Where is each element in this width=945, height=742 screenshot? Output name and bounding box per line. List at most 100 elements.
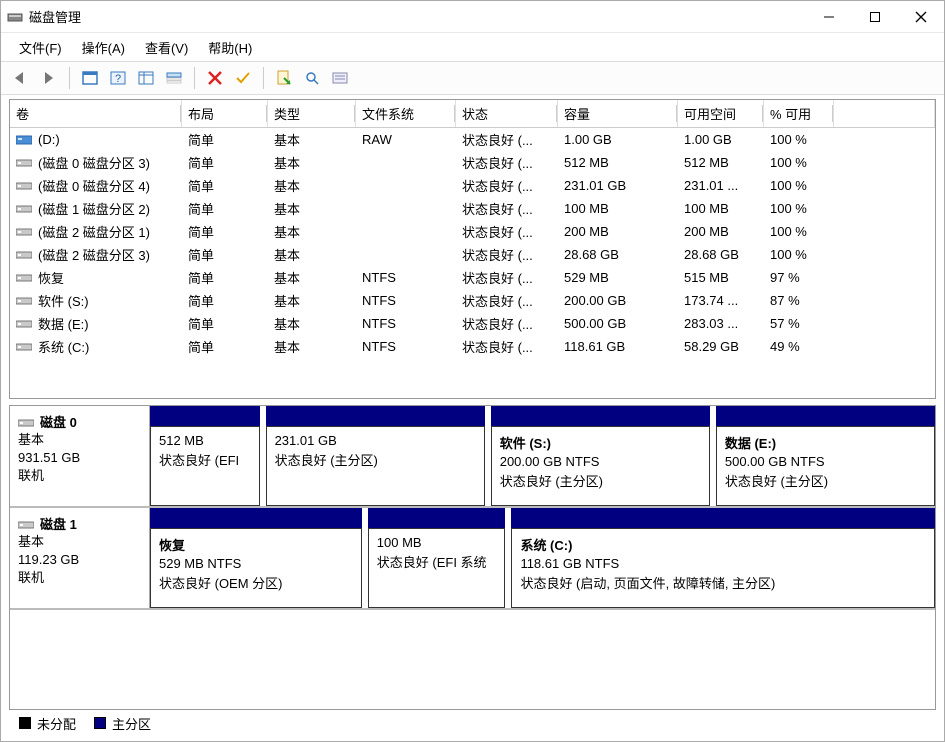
list-icon[interactable] [162, 66, 186, 90]
menubar: 文件(F) 操作(A) 查看(V) 帮助(H) [1, 33, 944, 61]
drive-icon [16, 318, 32, 330]
cell-fs [356, 244, 456, 265]
close-button[interactable] [898, 1, 944, 33]
back-button[interactable] [9, 66, 33, 90]
legend-swatch-unallocated [19, 717, 31, 729]
titlebar: 磁盘管理 [1, 1, 944, 33]
col-type[interactable]: 类型 [268, 100, 356, 127]
cell-status: 状态良好 (... [456, 129, 558, 150]
refresh-icon[interactable] [134, 66, 158, 90]
cell-free: 58.29 GB [678, 336, 764, 357]
drive-icon [16, 134, 32, 146]
svg-text:?: ? [115, 73, 121, 85]
disk-status: 联机 [18, 569, 141, 587]
cell-pct: 100 % [764, 152, 834, 173]
cell-type: 基本 [268, 244, 356, 265]
col-volume[interactable]: 卷 [10, 100, 182, 127]
table-row[interactable]: (磁盘 0 磁盘分区 4)简单基本状态良好 (...231.01 GB231.0… [10, 174, 935, 197]
forward-button[interactable] [37, 66, 61, 90]
col-status[interactable]: 状态 [456, 100, 558, 127]
volume-name: 软件 (S:) [38, 291, 89, 310]
drive-icon [16, 272, 32, 284]
disk-icon [18, 519, 36, 533]
partition-size: 200.00 GB NTFS [500, 454, 701, 469]
cell-layout: 简单 [182, 267, 268, 288]
partition[interactable]: 恢复529 MB NTFS状态良好 (OEM 分区) [150, 508, 362, 608]
search-icon[interactable] [300, 66, 324, 90]
table-row[interactable]: (D:)简单基本RAW状态良好 (...1.00 GB1.00 GB100 % [10, 128, 935, 151]
disk-name: 磁盘 0 [40, 415, 77, 430]
maximize-button[interactable] [852, 1, 898, 33]
settings-icon[interactable] [328, 66, 352, 90]
partition-title: 系统 (C:) [520, 535, 926, 554]
partition-status: 状态良好 (主分区) [725, 471, 926, 490]
col-pct[interactable]: % 可用 [764, 100, 834, 127]
partition-status: 状态良好 (启动, 页面文件, 故障转储, 主分区) [520, 573, 926, 592]
cell-capacity: 118.61 GB [558, 336, 678, 357]
partition[interactable]: 系统 (C:)118.61 GB NTFS状态良好 (启动, 页面文件, 故障转… [511, 508, 935, 608]
cell-capacity: 231.01 GB [558, 175, 678, 196]
cell-layout: 简单 [182, 290, 268, 311]
minimize-button[interactable] [806, 1, 852, 33]
window: 磁盘管理 文件(F) 操作(A) 查看(V) 帮助(H) [0, 0, 945, 742]
cell-capacity: 1.00 GB [558, 129, 678, 150]
partition-header [511, 508, 935, 528]
show-hide-console-icon[interactable] [78, 66, 102, 90]
delete-icon[interactable] [203, 66, 227, 90]
menu-help[interactable]: 帮助(H) [198, 34, 262, 61]
cell-fs: RAW [356, 129, 456, 150]
menu-file[interactable]: 文件(F) [9, 34, 72, 61]
legend: 未分配 主分区 [9, 710, 936, 737]
table-row[interactable]: (磁盘 0 磁盘分区 3)简单基本状态良好 (...512 MB512 MB10… [10, 151, 935, 174]
partition-status: 状态良好 (主分区) [500, 471, 701, 490]
disk-row: 磁盘 0基本931.51 GB联机512 MB状态良好 (EFI231.01 G… [10, 406, 935, 508]
cell-pct: 49 % [764, 336, 834, 357]
col-layout[interactable]: 布局 [182, 100, 268, 127]
partition[interactable]: 512 MB状态良好 (EFI [150, 406, 260, 506]
table-row[interactable]: (磁盘 2 磁盘分区 3)简单基本状态良好 (...28.68 GB28.68 … [10, 243, 935, 266]
partition[interactable]: 软件 (S:)200.00 GB NTFS状态良好 (主分区) [491, 406, 710, 506]
disk-label[interactable]: 磁盘 1基本119.23 GB联机 [10, 508, 150, 608]
cell-type: 基本 [268, 175, 356, 196]
cell-status: 状态良好 (... [456, 152, 558, 173]
volume-name: (磁盘 0 磁盘分区 4) [38, 176, 150, 195]
disk-icon [18, 417, 36, 431]
cell-fs [356, 198, 456, 219]
volume-name: 系统 (C:) [38, 337, 89, 356]
partition[interactable]: 数据 (E:)500.00 GB NTFS状态良好 (主分区) [716, 406, 935, 506]
partition-header [266, 406, 485, 426]
cell-type: 基本 [268, 267, 356, 288]
partition-header [150, 508, 362, 528]
disk-label[interactable]: 磁盘 0基本931.51 GB联机 [10, 406, 150, 506]
partition-size: 100 MB [377, 535, 497, 550]
volume-name: (磁盘 1 磁盘分区 2) [38, 199, 150, 218]
cell-fs [356, 221, 456, 242]
table-row[interactable]: (磁盘 2 磁盘分区 1)简单基本状态良好 (...200 MB200 MB10… [10, 220, 935, 243]
volume-name: 恢复 [38, 268, 64, 287]
menu-action[interactable]: 操作(A) [72, 34, 135, 61]
help-icon[interactable]: ? [106, 66, 130, 90]
partition[interactable]: 100 MB状态良好 (EFI 系统 [368, 508, 506, 608]
table-row[interactable]: 系统 (C:)简单基本NTFS状态良好 (...118.61 GB58.29 G… [10, 335, 935, 358]
cell-free: 200 MB [678, 221, 764, 242]
table-row[interactable]: 数据 (E:)简单基本NTFS状态良好 (...500.00 GB283.03 … [10, 312, 935, 335]
volume-name: (磁盘 0 磁盘分区 3) [38, 153, 150, 172]
properties-icon[interactable] [272, 66, 296, 90]
table-row[interactable]: (磁盘 1 磁盘分区 2)简单基本状态良好 (...100 MB100 MB10… [10, 197, 935, 220]
menu-view[interactable]: 查看(V) [135, 34, 198, 61]
table-row[interactable]: 恢复简单基本NTFS状态良好 (...529 MB515 MB97 % [10, 266, 935, 289]
col-capacity[interactable]: 容量 [558, 100, 678, 127]
check-icon[interactable] [231, 66, 255, 90]
partition-title: 恢复 [159, 535, 353, 554]
cell-pct: 97 % [764, 267, 834, 288]
cell-status: 状态良好 (... [456, 175, 558, 196]
col-fs[interactable]: 文件系统 [356, 100, 456, 127]
toolbar: ? [1, 61, 944, 95]
volume-name: (磁盘 2 磁盘分区 1) [38, 222, 150, 241]
table-row[interactable]: 软件 (S:)简单基本NTFS状态良好 (...200.00 GB173.74 … [10, 289, 935, 312]
cell-capacity: 200 MB [558, 221, 678, 242]
cell-pct: 100 % [764, 175, 834, 196]
col-free[interactable]: 可用空间 [678, 100, 764, 127]
cell-free: 28.68 GB [678, 244, 764, 265]
partition[interactable]: 231.01 GB状态良好 (主分区) [266, 406, 485, 506]
